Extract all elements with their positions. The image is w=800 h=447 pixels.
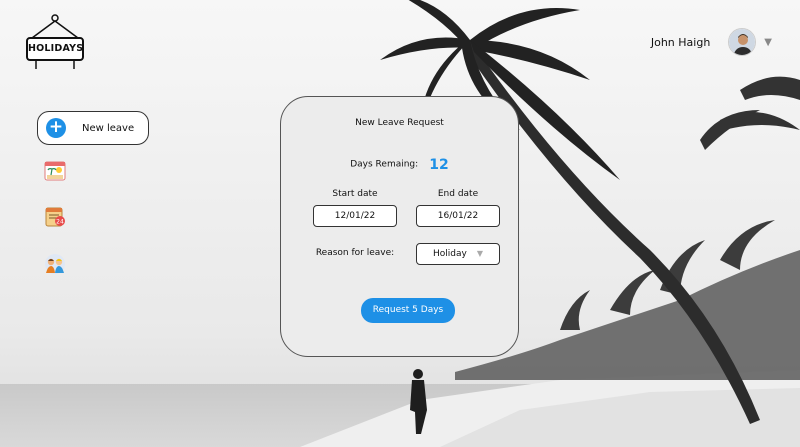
user-name: John Haigh <box>650 35 711 49</box>
sign-legs-icon <box>35 61 75 69</box>
plus-icon: + <box>46 118 66 138</box>
start-date-label: Start date <box>332 189 378 199</box>
logo-text: HOLIDAYS <box>26 37 84 61</box>
days-remaining: Days Remaing: 12 <box>281 154 518 173</box>
request-days-button[interactable]: Request 5 Days <box>361 298 455 323</box>
svg-text:24: 24 <box>56 219 64 226</box>
user-menu[interactable]: John Haigh ▼ <box>651 28 772 56</box>
reason-select-value: Holiday <box>433 249 467 259</box>
end-date-label: End date <box>437 189 479 199</box>
calendar-scroll-icon[interactable]: 24 <box>43 206 67 228</box>
avatar-photo-icon <box>729 29 756 55</box>
start-date-field[interactable]: 12/01/22 <box>313 205 397 227</box>
chevron-down-icon[interactable]: ▼ <box>764 37 772 48</box>
end-date-field[interactable]: 16/01/22 <box>416 205 500 227</box>
reason-select[interactable]: Holiday ▼ <box>416 243 500 265</box>
card-title: New Leave Request <box>355 118 444 128</box>
holidays-logo[interactable]: HOLIDAYS <box>26 14 86 72</box>
new-leave-label: New leave <box>82 122 135 134</box>
days-remaining-label: Days Remaing: <box>350 159 419 170</box>
chevron-down-icon: ▼ <box>476 249 483 258</box>
team-people-icon[interactable] <box>43 253 67 275</box>
beach-calendar-icon[interactable] <box>43 159 67 181</box>
avatar[interactable] <box>728 28 757 56</box>
reason-label: Reason for leave: <box>315 248 395 258</box>
new-leave-request-card: New Leave Request Days Remaing: 12 Start… <box>280 96 519 357</box>
days-remaining-value: 12 <box>429 156 449 173</box>
new-leave-button[interactable]: + New leave <box>37 111 149 145</box>
